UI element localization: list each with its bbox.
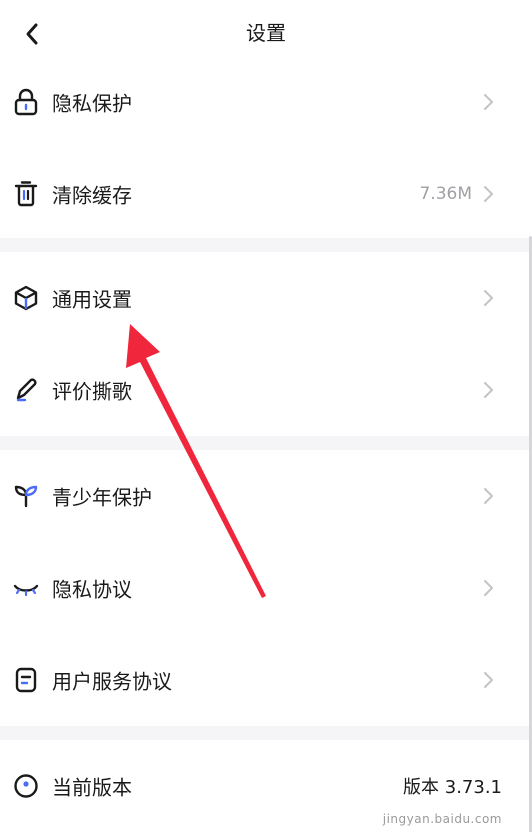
chevron-right-icon	[484, 290, 493, 306]
version-value: 版本 3.73.1	[403, 777, 502, 798]
chevron-right-icon	[484, 186, 493, 202]
back-button[interactable]	[10, 12, 54, 56]
chevron-right-icon	[484, 580, 493, 596]
lock-icon	[12, 88, 40, 116]
chevron-left-icon	[26, 23, 38, 45]
sprout-icon	[12, 482, 40, 510]
row-label: 青少年保护	[52, 485, 152, 510]
settings-row-general-settings[interactable]: 通用设置	[0, 252, 532, 344]
circle-dot-icon	[12, 772, 40, 800]
cache-size-value: 7.36M	[419, 184, 472, 204]
settings-row-user-service-agreement[interactable]: 用户服务协议	[0, 634, 532, 726]
chevron-right-icon	[484, 488, 493, 504]
settings-row-privacy-protection[interactable]: 隐私保护	[0, 56, 532, 148]
chevron-right-icon	[484, 382, 493, 398]
row-label: 通用设置	[52, 287, 132, 312]
row-label: 评价撕歌	[52, 379, 132, 404]
settings-row-rate-app[interactable]: 评价撕歌	[0, 344, 532, 436]
chevron-right-icon	[484, 672, 493, 688]
settings-row-privacy-agreement[interactable]: 隐私协议	[0, 542, 532, 634]
row-label: 清除缓存	[52, 183, 132, 208]
chevron-right-icon	[484, 94, 493, 110]
settings-row-youth-protection[interactable]: 青少年保护	[0, 450, 532, 542]
settings-screen: 设置 隐私保护 清除缓存 7.36M 通用设置 评价撕歌 青少年保护 隐私协议 …	[0, 0, 532, 832]
document-icon	[12, 666, 40, 694]
settings-group-general-rate: 通用设置 评价撕歌	[0, 252, 532, 436]
settings-row-clear-cache[interactable]: 清除缓存 7.36M	[0, 148, 532, 240]
closed-eye-icon	[12, 574, 40, 602]
row-label: 当前版本	[52, 775, 132, 800]
row-label: 用户服务协议	[52, 669, 172, 694]
trash-icon	[12, 180, 40, 208]
cube-icon	[12, 284, 40, 312]
pencil-icon	[12, 376, 40, 404]
settings-group-protection-agreements: 青少年保护 隐私协议 用户服务协议	[0, 450, 532, 726]
row-label: 隐私保护	[52, 91, 132, 116]
watermark-text: jingyan.baidu.com	[382, 812, 502, 826]
settings-group-privacy-cache: 隐私保护 清除缓存 7.36M	[0, 56, 532, 238]
row-label: 隐私协议	[52, 577, 132, 602]
